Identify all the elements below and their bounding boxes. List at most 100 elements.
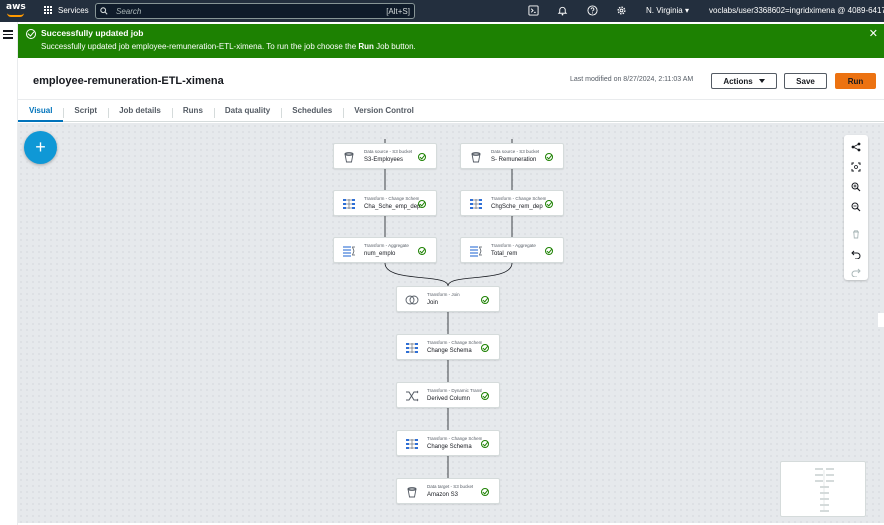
- tab-script[interactable]: Script: [63, 103, 108, 121]
- search-placeholder: Search: [116, 6, 142, 16]
- account-menu[interactable]: voclabs/user3368602=ingridximena @ 4089-…: [709, 6, 884, 15]
- trash-icon[interactable]: [850, 228, 862, 240]
- node-name: num_emplo: [364, 251, 396, 257]
- tab-data-quality[interactable]: Data quality: [213, 103, 281, 121]
- shuffle-icon: [406, 390, 419, 402]
- node-name: S- Remuneration: [491, 157, 537, 163]
- canvas-minimap[interactable]: [780, 461, 866, 517]
- canvas-toolbar: [844, 135, 868, 280]
- success-flashbar: Successfully updated job Successfully up…: [18, 24, 884, 58]
- caret-down-icon: [758, 79, 765, 83]
- node-name: Derived Column: [427, 396, 471, 402]
- side-navigation-rail: [0, 22, 18, 525]
- add-node-button[interactable]: +: [24, 131, 57, 164]
- tab-visual[interactable]: Visual: [18, 103, 64, 122]
- flash-message-suffix: Job button.: [376, 42, 416, 51]
- node-type: Data source - S3 bucket: [364, 149, 413, 154]
- schema-icon: [406, 343, 418, 353]
- region-label: N. Virginia: [646, 6, 683, 15]
- flash-message-run: Run: [358, 42, 374, 51]
- undo-icon[interactable]: [850, 248, 862, 260]
- bucket-icon: [407, 487, 417, 498]
- node-name: Total_rem: [491, 251, 518, 257]
- graph-node-cha-sche-emp-dep[interactable]: Transform - Change Schema Cha_Sche_emp_d…: [333, 190, 437, 216]
- search-shortcut: [Alt+S]: [386, 6, 410, 16]
- bucket-icon: [471, 152, 481, 163]
- node-type: Data target - S3 bucket: [427, 484, 474, 489]
- node-name: Cha_Sche_emp_dep: [364, 204, 421, 210]
- graph-node-amazon-s3[interactable]: Data target - S3 bucket Amazon S3: [396, 478, 500, 504]
- status-ok-icon: [418, 200, 426, 208]
- graph-node-chgsche-rem-dep[interactable]: Transform - Change Schema ChgSche_rem_de…: [460, 190, 564, 216]
- node-name: Change Schema: [427, 348, 472, 354]
- redo-icon[interactable]: [850, 266, 862, 278]
- aggregate-icon: [470, 246, 482, 257]
- schema-icon: [470, 199, 482, 209]
- node-type: Transform - Aggregate: [491, 243, 536, 248]
- status-ok-icon: [481, 392, 489, 400]
- help-icon[interactable]: [587, 5, 598, 16]
- aws-smile-icon: [7, 13, 24, 17]
- node-type: Transform - Change Schema: [364, 196, 419, 201]
- tab-runs[interactable]: Runs: [171, 103, 214, 121]
- menu-icon[interactable]: [3, 30, 13, 41]
- node-name: Change Schema: [427, 444, 472, 450]
- status-ok-icon: [545, 200, 553, 208]
- flash-message-prefix: Successfully updated job employee-remune…: [41, 42, 357, 51]
- node-name: ChgSche_rem_dep: [491, 204, 543, 210]
- minimap-graph: [815, 468, 834, 512]
- graph-node-s3-remuneration[interactable]: Data source - S3 bucket S- Remuneration: [460, 143, 564, 169]
- aws-logo[interactable]: aws: [5, 2, 27, 20]
- zoom-in-icon[interactable]: [850, 181, 862, 193]
- actions-dropdown-button[interactable]: Actions: [711, 73, 777, 89]
- zoom-out-icon[interactable]: [850, 201, 862, 213]
- aggregate-icon: [343, 246, 355, 257]
- tab-version-control[interactable]: Version Control: [343, 103, 425, 121]
- bucket-icon: [344, 152, 354, 163]
- graph-node-change-schema[interactable]: Transform - Change Schema Change Schema: [396, 334, 500, 360]
- status-ok-icon: [418, 247, 426, 255]
- node-type: Transform - Join: [427, 292, 460, 297]
- services-menu[interactable]: Services: [44, 6, 89, 15]
- graph-node-s3-employees[interactable]: Data source - S3 bucket S3-Employees: [333, 143, 437, 169]
- status-ok-icon: [481, 296, 489, 304]
- node-name: Amazon S3: [427, 492, 459, 498]
- tab-job-details[interactable]: Job details: [108, 103, 172, 121]
- actions-label: Actions: [723, 76, 753, 86]
- graph-node-total-rem[interactable]: Transform - Aggregate Total_rem: [460, 237, 564, 263]
- schema-icon: [406, 439, 418, 449]
- aws-logo-text: aws: [6, 2, 26, 12]
- join-icon: [405, 295, 419, 305]
- flash-message: Successfully updated job employee-remune…: [41, 42, 416, 51]
- run-button[interactable]: Run: [835, 73, 876, 89]
- job-tabs: Visual Script Job details Runs Data qual…: [18, 100, 884, 122]
- status-ok-icon: [481, 344, 489, 352]
- cloudshell-icon[interactable]: [528, 5, 539, 16]
- bell-icon[interactable]: [557, 5, 568, 16]
- save-button[interactable]: Save: [784, 73, 827, 89]
- node-type: Data source - S3 bucket: [491, 149, 540, 154]
- close-icon[interactable]: ✕: [869, 29, 878, 40]
- graph-node-join[interactable]: Transform - Join Join: [396, 286, 500, 312]
- visual-editor-canvas[interactable]: + Data source - S3 bucket S3-Employees D…: [18, 123, 884, 523]
- top-navigation: aws Services Search [Alt+S] N. Virginia …: [0, 0, 884, 22]
- graph-node-change-schema-2[interactable]: Transform - Change Schema Change Schema: [396, 430, 500, 456]
- status-ok-icon: [545, 247, 553, 255]
- last-modified-text: Last modified on 8/27/2024, 2:11:03 AM: [570, 76, 694, 83]
- search-input[interactable]: Search [Alt+S]: [95, 3, 415, 19]
- tab-schedules[interactable]: Schedules: [281, 103, 343, 121]
- status-ok-icon: [481, 440, 489, 448]
- fit-view-icon[interactable]: [850, 161, 862, 173]
- node-type: Transform - Change Schema: [491, 196, 546, 201]
- gear-icon[interactable]: [616, 5, 627, 16]
- region-selector[interactable]: N. Virginia ▾: [646, 6, 689, 15]
- graph-edges: [383, 139, 514, 481]
- graph-node-num-emplo[interactable]: Transform - Aggregate num_emplo: [333, 237, 437, 263]
- share-icon[interactable]: [850, 141, 862, 153]
- canvas-scrollbar[interactable]: [878, 313, 884, 327]
- graph-node-derived-column[interactable]: Transform - Dynamic Transform Derived Co…: [396, 382, 500, 408]
- page-title: employee-remuneration-ETL-ximena: [33, 75, 224, 87]
- status-ok-icon: [418, 153, 426, 161]
- node-name: Join: [427, 300, 439, 306]
- status-ok-icon: [481, 488, 489, 496]
